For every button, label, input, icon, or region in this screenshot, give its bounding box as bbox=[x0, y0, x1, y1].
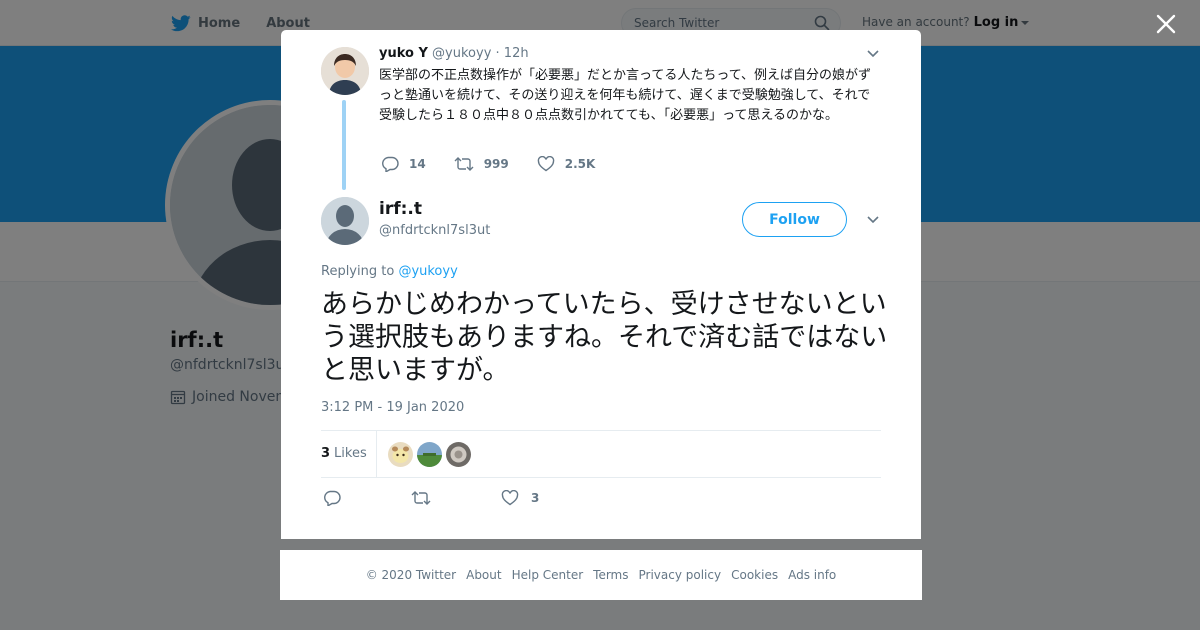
modal-footer: © 2020 Twitter About Help Center Terms P… bbox=[280, 550, 922, 600]
parent-retweet-button[interactable]: 999 bbox=[454, 156, 509, 172]
follow-button[interactable]: Follow bbox=[742, 202, 847, 237]
heart-icon bbox=[501, 490, 519, 506]
footer-link-about[interactable]: About bbox=[466, 568, 501, 582]
footer-link-help-center[interactable]: Help Center bbox=[512, 568, 584, 582]
replying-to: Replying to @yukoyy bbox=[321, 264, 458, 279]
parent-reply-button[interactable]: 14 bbox=[381, 156, 426, 172]
liker-avatar[interactable] bbox=[388, 442, 413, 467]
parent-tweet-time[interactable]: · 12h bbox=[496, 46, 529, 61]
footer-link-privacy[interactable]: Privacy policy bbox=[639, 568, 722, 582]
likes-stat-count: 3 bbox=[321, 446, 331, 461]
parent-like-count: 2.5K bbox=[564, 157, 596, 171]
reply-icon bbox=[382, 156, 399, 172]
author-handle[interactable]: @nfdrtcknl7sl3ut bbox=[379, 223, 490, 238]
tweet-timestamp[interactable]: 3:12 PM - 19 Jan 2020 bbox=[321, 400, 464, 415]
replying-to-link[interactable]: @yukoyy bbox=[398, 264, 457, 279]
parent-author-avatar[interactable] bbox=[321, 47, 369, 95]
heart-icon bbox=[537, 156, 555, 172]
parent-reply-count: 14 bbox=[409, 157, 426, 171]
liker-avatar[interactable] bbox=[417, 442, 442, 467]
close-icon[interactable] bbox=[1155, 13, 1177, 35]
thread-line bbox=[342, 100, 346, 190]
footer-link-ads-info[interactable]: Ads info bbox=[788, 568, 836, 582]
footer-copyright: © 2020 Twitter bbox=[365, 568, 457, 582]
liker-avatar[interactable] bbox=[446, 442, 471, 467]
liker-avatar-photo bbox=[446, 442, 471, 467]
parent-author-name[interactable]: yuko Y bbox=[379, 46, 428, 61]
like-count: 3 bbox=[531, 491, 540, 505]
retweet-icon bbox=[411, 491, 431, 505]
retweet-icon bbox=[454, 157, 474, 171]
replying-label: Replying to bbox=[321, 264, 395, 279]
like-button[interactable]: 3 bbox=[501, 490, 539, 506]
parent-tweet-header: yuko Y @yukoyy · 12h bbox=[379, 46, 529, 61]
footer-link-cookies[interactable]: Cookies bbox=[731, 568, 778, 582]
parent-author-handle[interactable]: @yukoyy bbox=[432, 46, 491, 61]
reply-icon bbox=[324, 490, 341, 506]
parent-retweet-count: 999 bbox=[483, 157, 509, 171]
author-avatar[interactable] bbox=[321, 197, 369, 245]
tweet-text: あらかじめわかっていたら、受けさせないという選択肢もありますね。それで済む話では… bbox=[321, 289, 888, 386]
parent-like-button[interactable]: 2.5K bbox=[537, 156, 596, 172]
tweet-actions: 3 bbox=[323, 490, 597, 506]
retweet-button[interactable] bbox=[411, 490, 443, 506]
tweet-modal: yuko Y @yukoyy · 12h 医学部の不正点数操作が「必要悪」だとか… bbox=[281, 30, 921, 539]
reply-button[interactable] bbox=[323, 490, 353, 506]
default-avatar-icon bbox=[321, 197, 369, 245]
chevron-down-icon[interactable] bbox=[867, 50, 879, 58]
liker-avatar-photo bbox=[388, 442, 413, 467]
author-name[interactable]: irf:.t bbox=[379, 199, 422, 219]
parent-tweet-actions: 14 999 2.5K bbox=[381, 156, 623, 172]
footer-link-terms[interactable]: Terms bbox=[593, 568, 628, 582]
liker-avatar-photo bbox=[417, 442, 442, 467]
likes-stat[interactable]: 3 Likes bbox=[321, 446, 367, 461]
chevron-down-icon[interactable] bbox=[867, 216, 879, 224]
parent-tweet-text: 医学部の不正点数操作が「必要悪」だとか言ってる人たちって、例えば自分の娘がずっと… bbox=[379, 68, 872, 123]
likes-stat-label: Likes bbox=[334, 446, 367, 461]
tweet-stats: 3 Likes bbox=[321, 430, 881, 478]
stats-divider bbox=[376, 431, 377, 478]
parent-avatar-photo bbox=[321, 47, 369, 95]
